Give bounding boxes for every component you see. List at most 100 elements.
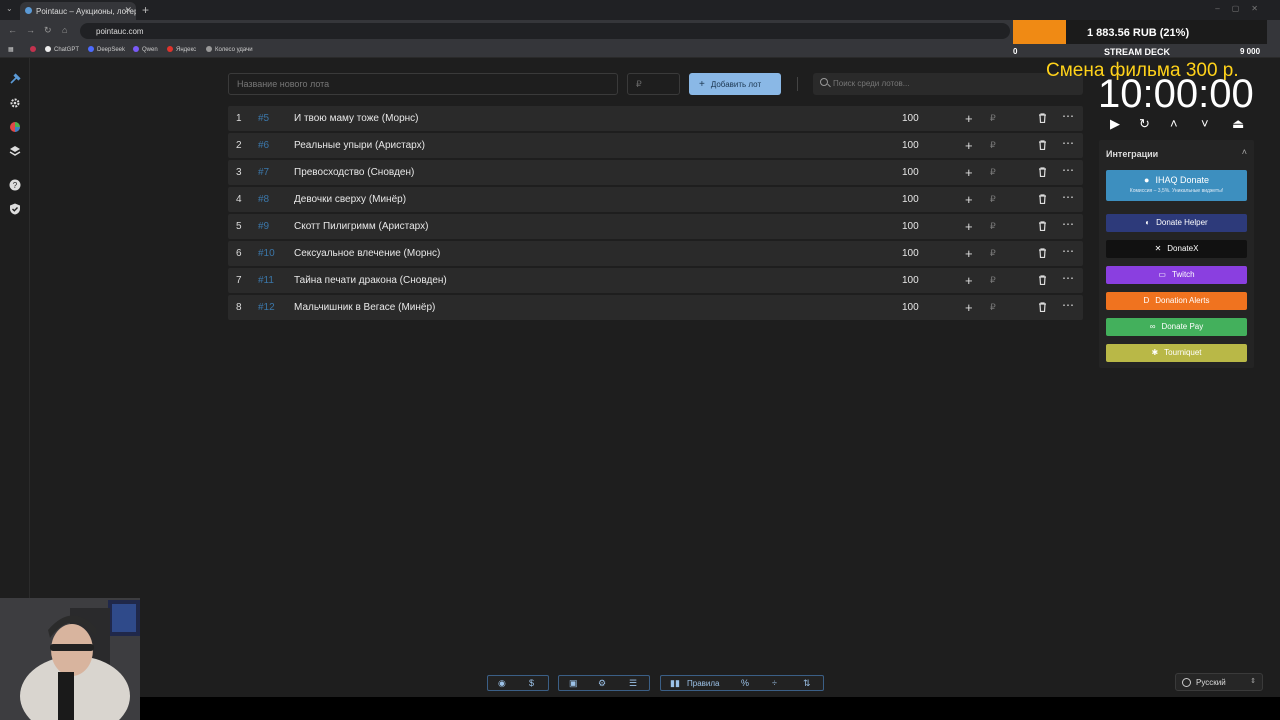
gear-icon[interactable] [9,97,21,109]
language-select[interactable]: Русский ⇕ [1175,673,1263,691]
lot-row[interactable]: 4 #8 Девочки сверху (Минёр) 100 + ₽ ⋯ [228,187,1083,212]
lot-id[interactable]: #11 [258,275,274,286]
trash-icon[interactable] [1038,113,1047,123]
lot-amount[interactable]: 100 [902,113,919,124]
trash-icon[interactable] [1038,248,1047,258]
add-amount-icon[interactable]: + [965,273,973,288]
clipboard-icon[interactable]: ▣ [569,678,578,689]
sort-icon[interactable]: ⇅ [803,678,811,689]
auction-icon[interactable] [9,73,21,85]
layers-icon[interactable] [9,145,21,157]
lot-search-input[interactable]: Поиск среди лотов... [813,73,1083,95]
help-icon[interactable]: ? [9,179,21,191]
lot-id[interactable]: #7 [258,167,269,178]
lot-amount[interactable]: 100 [902,221,919,232]
restart-icon[interactable]: ↻ [1139,116,1150,132]
lot-name[interactable]: Сексуальное влечение (Морнс) [294,248,440,259]
bookmark-chatgpt[interactable]: ChatGPT [45,46,79,53]
lot-name[interactable]: И твою маму тоже (Морнс) [294,113,418,124]
bookmark-qwen[interactable]: Qwen [133,46,158,53]
add-amount-icon[interactable]: + [965,219,973,234]
lot-id[interactable]: #12 [258,302,275,313]
price-input[interactable]: ₽ [627,73,680,95]
url-field[interactable]: pointauc.com [80,23,1010,39]
trash-icon[interactable] [1038,140,1047,150]
donation-alerts-button[interactable]: D Donation Alerts [1106,292,1247,310]
new-tab-icon[interactable]: + [142,3,149,17]
forward-icon[interactable]: → [26,25,35,35]
ruble-input-icon[interactable]: ₽ [990,221,996,232]
donate-helper-button[interactable]: ◐ Donate Helper [1106,214,1247,232]
lot-name[interactable]: Мальчишник в Вегасе (Минёр) [294,302,435,313]
reload-icon[interactable]: ↻ [44,25,52,36]
lot-row[interactable]: 1 #5 И твою маму тоже (Морнс) 100 + ₽ ⋯ [228,106,1083,131]
shield-icon[interactable] [9,203,21,215]
list-icon[interactable]: ☰ [629,678,637,689]
ruble-input-icon[interactable]: ₽ [990,248,996,259]
tab-menu-icon[interactable]: ⌄ [6,4,13,13]
add-amount-icon[interactable]: + [965,165,973,180]
lot-row[interactable]: 6 #10 Сексуальное влечение (Морнс) 100 + ₽ ⋯ [228,241,1083,266]
lot-amount[interactable]: 100 [902,248,919,259]
lot-id[interactable]: #10 [258,248,275,259]
add-amount-icon[interactable]: + [965,138,973,153]
collapse-timer-icon[interactable]: ⏏ [1232,116,1244,132]
rules-button[interactable]: Правила [687,679,719,688]
ruble-input-icon[interactable]: ₽ [990,140,996,151]
lot-amount[interactable]: 100 [902,194,919,205]
github-icon[interactable]: ◉ [498,678,506,689]
lot-id[interactable]: #9 [258,221,269,232]
bookmark-wheel[interactable]: Колесо удачи [206,46,253,53]
lot-row[interactable]: 8 #12 Мальчишник в Вегасе (Минёр) 100 + ₽ ⋯ [228,295,1083,320]
wheel-icon[interactable] [9,121,21,133]
trash-icon[interactable] [1038,167,1047,177]
add-amount-icon[interactable]: + [965,300,973,315]
more-icon[interactable]: ⋯ [1062,109,1074,123]
bookmark-yandex[interactable]: Яндекс [167,46,196,53]
lot-amount[interactable]: 100 [902,140,919,151]
ruble-input-icon[interactable]: ₽ [990,194,996,205]
ruble-input-icon[interactable]: ₽ [990,167,996,178]
lot-amount[interactable]: 100 [902,167,919,178]
more-icon[interactable]: ⋯ [1062,163,1074,177]
trash-icon[interactable] [1038,275,1047,285]
donatex-button[interactable]: ✕ DonateX [1106,240,1247,258]
more-icon[interactable]: ⋯ [1062,190,1074,204]
lot-row[interactable]: 3 #7 Превосходство (Сновден) 100 + ₽ ⋯ [228,160,1083,185]
lot-name[interactable]: Скотт Пилигримм (Аристарх) [294,221,428,232]
add-lot-button[interactable]: + Добавить лот [689,73,781,95]
window-controls[interactable]: –▢✕ [1215,4,1270,13]
ruble-input-icon[interactable]: ₽ [990,113,996,124]
decrease-time-icon[interactable]: ˅ [1201,116,1209,131]
percent-icon[interactable]: % [741,678,749,688]
increase-time-icon[interactable]: ˄ [1170,116,1178,131]
more-icon[interactable]: ⋯ [1062,217,1074,231]
ruble-input-icon[interactable]: ₽ [990,302,996,313]
more-icon[interactable]: ⋯ [1062,298,1074,312]
add-amount-icon[interactable]: + [965,192,973,207]
ruble-input-icon[interactable]: ₽ [990,275,996,286]
apps-icon[interactable]: ▦ [8,46,14,53]
more-icon[interactable]: ⋯ [1062,244,1074,258]
back-icon[interactable]: ← [8,25,17,35]
lot-row[interactable]: 2 #6 Реальные упыри (Аристарх) 100 + ₽ ⋯ [228,133,1083,158]
lot-name[interactable]: Тайна печати дракона (Сновден) [294,275,447,286]
lot-name[interactable]: Превосходство (Сновден) [294,167,414,178]
robot-icon[interactable]: ⚙ [598,678,606,689]
lot-id[interactable]: #5 [258,113,269,124]
tourniquet-button[interactable]: ✱ Tourniquet [1106,344,1247,362]
lot-name[interactable]: Девочки сверху (Минёр) [294,194,406,205]
add-amount-icon[interactable]: + [965,111,973,126]
trash-icon[interactable] [1038,194,1047,204]
lot-row[interactable]: 5 #9 Скотт Пилигримм (Аристарх) 100 + ₽ ⋯ [228,214,1083,239]
lot-amount[interactable]: 100 [902,275,919,286]
bookmark-deepseek[interactable]: DeepSeek [88,46,125,53]
new-lot-input[interactable]: Название нового лота [228,73,618,95]
close-tab-icon[interactable]: ✕ [124,5,132,16]
chevron-up-icon[interactable]: ˄ [1242,147,1247,157]
trash-icon[interactable] [1038,302,1047,312]
play-icon[interactable]: ▶ [1110,116,1120,132]
more-icon[interactable]: ⋯ [1062,271,1074,285]
add-amount-icon[interactable]: + [965,246,973,261]
more-icon[interactable]: ⋯ [1062,136,1074,150]
